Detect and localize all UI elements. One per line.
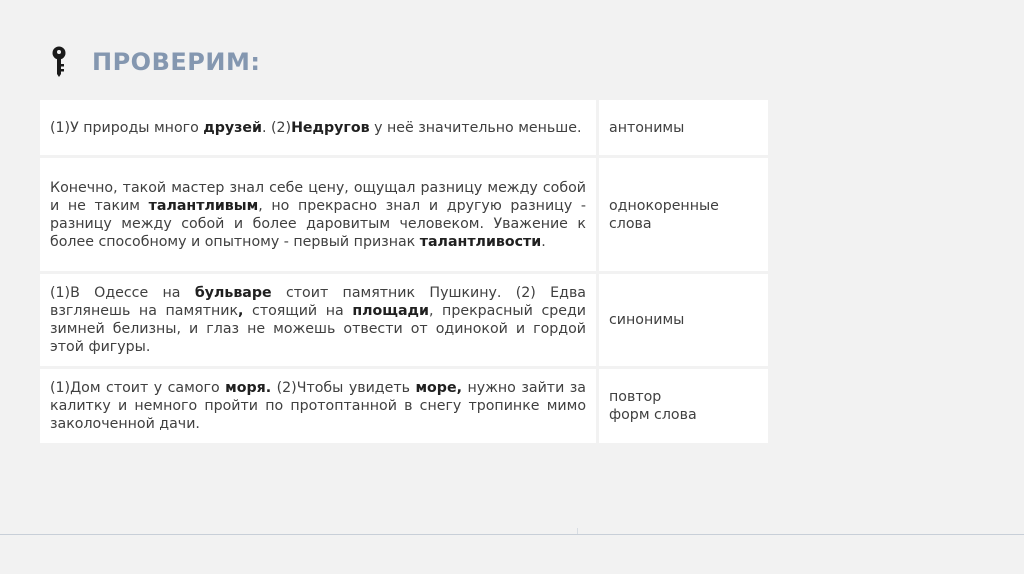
highlighted-word: море,	[415, 380, 462, 396]
category-cell: повтор форм слова	[599, 369, 768, 446]
title-row: ПРОВЕРИМ:	[50, 46, 260, 78]
slide: ПРОВЕРИМ: (1)У природы много друзей. (2)…	[0, 0, 1024, 574]
sentence-text: . (2)	[261, 119, 292, 136]
sentence-cell: (1)Дом стоит у самого моря. (2)Чтобы уви…	[40, 369, 599, 446]
table-row: (1)У природы много друзей. (2)Недругов у…	[40, 100, 768, 158]
highlighted-word: Недругов	[291, 119, 370, 136]
highlighted-word: моря.	[225, 380, 272, 396]
divider-tick	[577, 528, 578, 534]
category-label: форм слова	[609, 407, 697, 423]
table-row: (1)В Одессе на бульваре стоит памятник П…	[40, 274, 768, 369]
sentence-text: у неё значительно меньше.	[369, 119, 582, 136]
highlighted-word: площади	[352, 303, 429, 319]
category-label: антонимы	[609, 119, 685, 136]
table-row: (1)Дом стоит у самого моря. (2)Чтобы уви…	[40, 369, 768, 446]
sentence-text: .	[541, 233, 546, 250]
category-cell: антонимы	[599, 100, 768, 158]
sentence-text: стоящий на	[243, 303, 353, 319]
sentence-text: (1)В Одессе на	[50, 285, 195, 301]
category-cell: однокоренные слова	[599, 158, 768, 274]
bottom-divider	[0, 534, 1024, 535]
slide-title: ПРОВЕРИМ:	[92, 48, 261, 76]
category-label: синонимы	[609, 312, 685, 328]
highlighted-word: талантливым	[148, 197, 259, 214]
key-icon	[52, 46, 66, 77]
category-label: однокоренные	[609, 197, 719, 214]
category-cell: синонимы	[599, 274, 768, 369]
category-label: слова	[609, 215, 652, 232]
sentence-text: (2)Чтобы увидеть	[271, 380, 416, 396]
sentence-text: (1)У природы много	[50, 119, 204, 136]
table-row: Конечно, такой мастер знал себе цену, ощ…	[40, 158, 768, 274]
highlighted-word: бульваре	[194, 285, 272, 301]
sentence-cell: Конечно, такой мастер знал себе цену, ощ…	[40, 158, 599, 274]
category-label: повтор	[609, 389, 662, 405]
highlighted-word: талантливости	[419, 233, 542, 250]
sentence-text: (1)Дом стоит у самого	[50, 380, 226, 396]
highlighted-word: друзей	[203, 119, 262, 136]
sentence-cell: (1)В Одессе на бульваре стоит памятник П…	[40, 274, 599, 369]
exercise-table: (1)У природы много друзей. (2)Недругов у…	[40, 100, 768, 446]
sentence-cell: (1)У природы много друзей. (2)Недругов у…	[40, 100, 599, 158]
